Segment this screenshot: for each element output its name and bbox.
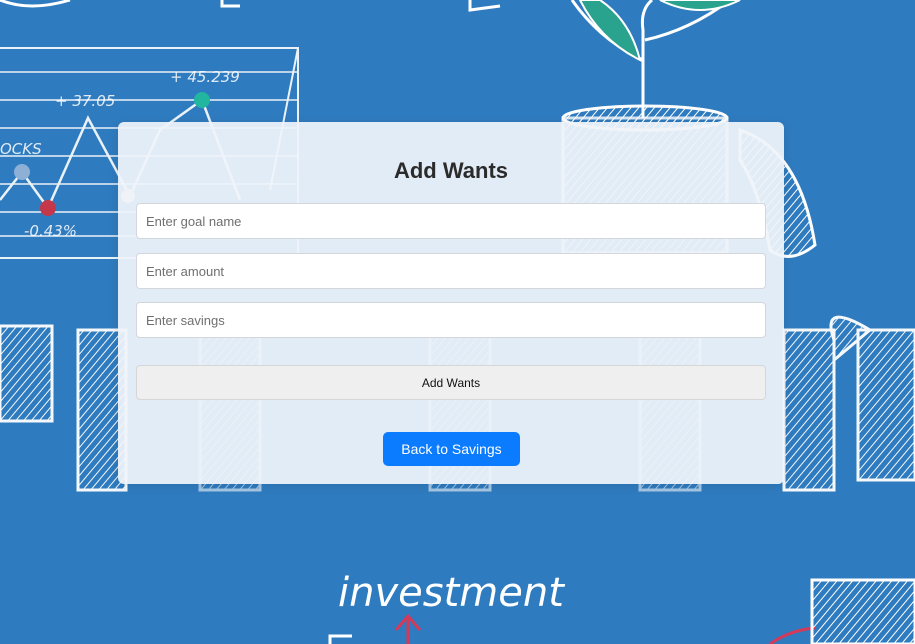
- svg-text:OCKS: OCKS: [0, 140, 42, 158]
- svg-text:-0.43%: -0.43%: [24, 222, 77, 240]
- investment-handwriting: investment: [338, 570, 565, 616]
- goal-name-input[interactable]: [136, 203, 766, 239]
- back-to-savings-button[interactable]: Back to Savings: [383, 432, 520, 466]
- savings-input[interactable]: [136, 302, 766, 338]
- add-wants-button[interactable]: Add Wants: [136, 365, 766, 400]
- form-title: Add Wants: [393, 158, 509, 183]
- svg-text:+ 37.05: + 37.05: [55, 92, 115, 110]
- amount-input[interactable]: [136, 253, 766, 289]
- svg-text:+ 45.239: + 45.239: [170, 68, 240, 86]
- add-wants-form-card: Add Wants Add Wants Back to Savings: [118, 122, 784, 484]
- bottom-right-sketch: [810, 578, 915, 644]
